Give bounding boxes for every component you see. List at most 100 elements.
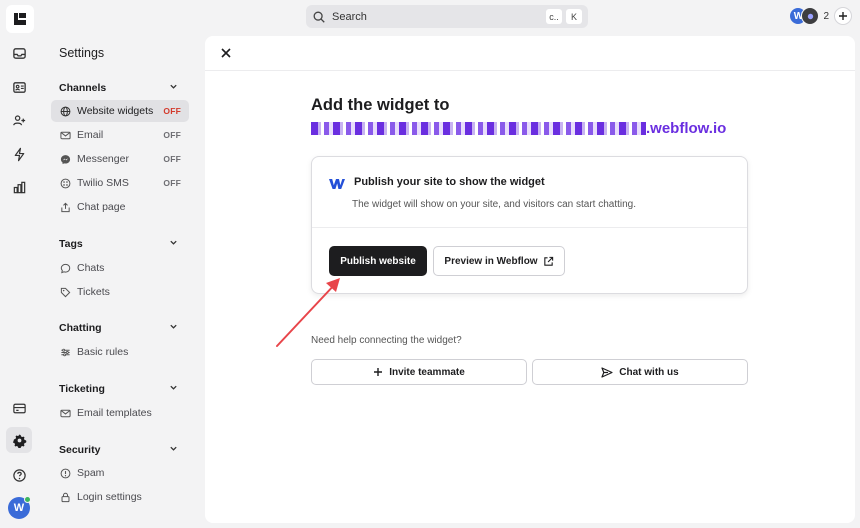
user-avatar-initial: W: [13, 502, 25, 514]
inbox-nav[interactable]: [6, 40, 32, 66]
app-logo[interactable]: [6, 5, 34, 33]
alert-circle-icon: [60, 468, 70, 478]
team-nav[interactable]: [6, 107, 32, 133]
settings-nav[interactable]: [6, 427, 32, 453]
bot-icon: [807, 13, 814, 19]
sidebar-item-tags-tickets[interactable]: Tickets: [51, 281, 189, 303]
group-chatting-header[interactable]: Chatting: [59, 322, 177, 334]
reports-nav[interactable]: [6, 174, 32, 200]
publish-website-button[interactable]: Publish website: [329, 246, 427, 276]
sliders-icon: [60, 348, 70, 356]
contacts-nav[interactable]: [6, 74, 32, 100]
settings-title: Settings: [59, 46, 105, 60]
contact-card-icon: [12, 81, 26, 93]
mail-icon: [59, 409, 71, 417]
group-title: Channels: [59, 82, 107, 94]
member-count: 2: [823, 10, 829, 22]
search-placeholder: Search: [332, 10, 367, 23]
member-avatar-bot[interactable]: [801, 7, 820, 25]
group-title: Ticketing: [59, 383, 105, 395]
globe-icon: [60, 106, 70, 116]
sidebar-item-label: Tickets: [77, 286, 110, 298]
sidebar-item-label: Messenger: [77, 153, 129, 165]
sidebar-item-label: Login settings: [77, 491, 142, 503]
sidebar-item-label: Email templates: [77, 407, 152, 419]
search-bar[interactable]: Search c.. K: [306, 5, 588, 28]
help-nav[interactable]: [6, 462, 32, 488]
site-domain: .webflow.io: [311, 119, 726, 137]
main-panel: Add the widget to .webflow.io Publish yo…: [205, 36, 855, 523]
webflow-logo-icon: [329, 179, 345, 189]
sidebar-item-login-settings[interactable]: Login settings: [51, 486, 189, 508]
brand-logo-icon: [14, 13, 26, 25]
sidebar-item-label: Chats: [77, 262, 105, 274]
sidebar-item-tags-chats[interactable]: Chats: [51, 257, 189, 279]
inbox-icon: [12, 47, 26, 59]
lightning-icon: [14, 147, 24, 161]
external-link-icon: [543, 256, 553, 266]
publish-card-title: Publish your site to show the widget: [354, 176, 545, 188]
domain-suffix: .webflow.io: [646, 119, 727, 137]
app-rail: W: [0, 0, 38, 528]
invite-button-label: Invite teammate: [389, 366, 465, 378]
automation-nav[interactable]: [6, 141, 32, 167]
chevron-down-icon: [170, 240, 177, 245]
publish-card-subtitle: The widget will show on your site, and v…: [352, 199, 637, 210]
share-icon: [60, 202, 70, 212]
group-title: Security: [59, 444, 101, 456]
sidebar-item-basic-rules[interactable]: Basic rules: [51, 341, 189, 363]
gear-icon: [12, 433, 26, 448]
status-badge: OFF: [163, 106, 181, 116]
status-badge: OFF: [163, 154, 181, 164]
help-circle-icon: [12, 468, 26, 482]
shortcut-key-k: K: [566, 9, 582, 24]
panel-header: [205, 36, 855, 71]
publish-card: Publish your site to show the widget The…: [311, 156, 748, 294]
twilio-icon: [60, 178, 70, 188]
sidebar-item-messenger[interactable]: Messenger OFF: [51, 148, 189, 170]
mail-icon: [59, 131, 71, 139]
shortcut-key-cmd: c..: [546, 9, 562, 24]
publish-card-header: Publish your site to show the widget The…: [312, 157, 747, 228]
plus-icon: [374, 368, 383, 376]
online-status-dot: [24, 496, 31, 503]
chevron-down-icon: [170, 446, 177, 451]
sidebar-item-email[interactable]: Email OFF: [51, 124, 189, 146]
page-title: Add the widget to: [311, 96, 450, 114]
user-avatar[interactable]: W: [8, 496, 31, 519]
sidebar-item-label: Email: [77, 129, 104, 141]
close-icon[interactable]: [219, 46, 233, 60]
header-actions: W 2: [789, 6, 852, 26]
chevron-down-icon: [170, 385, 177, 390]
preview-button-label: Preview in Webflow: [444, 255, 538, 267]
group-channels-header[interactable]: Channels: [59, 82, 177, 94]
sidebar-item-label: Spam: [77, 467, 105, 479]
tag-icon: [60, 287, 70, 297]
chat-with-us-button[interactable]: Chat with us: [532, 359, 748, 385]
sidebar-item-label: Basic rules: [77, 346, 129, 358]
sidebar-item-spam[interactable]: Spam: [51, 462, 189, 484]
billing-nav[interactable]: [6, 395, 32, 421]
status-badge: OFF: [163, 130, 181, 140]
help-text: Need help connecting the widget?: [311, 335, 462, 346]
group-title: Chatting: [59, 322, 102, 334]
preview-in-webflow-button[interactable]: Preview in Webflow: [433, 246, 565, 276]
plus-icon: [839, 12, 847, 20]
sidebar-item-twilio-sms[interactable]: Twilio SMS OFF: [51, 172, 189, 194]
sidebar-item-website-widgets[interactable]: Website widgets OFF: [51, 100, 189, 122]
sidebar-item-email-templates[interactable]: Email templates: [51, 402, 189, 424]
messenger-icon: [60, 154, 70, 164]
bar-chart-icon: [13, 181, 25, 193]
sidebar-item-label: Chat page: [77, 201, 126, 213]
search-icon: [313, 11, 325, 23]
sidebar-item-label: Twilio SMS: [77, 177, 129, 189]
invite-teammate-button[interactable]: Invite teammate: [311, 359, 527, 385]
group-ticketing-header[interactable]: Ticketing: [59, 383, 177, 395]
add-member-button[interactable]: [834, 7, 852, 25]
chevron-down-icon: [170, 324, 177, 329]
sidebar-item-chat-page[interactable]: Chat page: [51, 196, 189, 218]
sidebar-item-label: Website widgets: [77, 105, 154, 117]
group-security-header[interactable]: Security: [59, 444, 177, 456]
users-icon: [12, 114, 25, 125]
group-tags-header[interactable]: Tags: [59, 238, 177, 250]
